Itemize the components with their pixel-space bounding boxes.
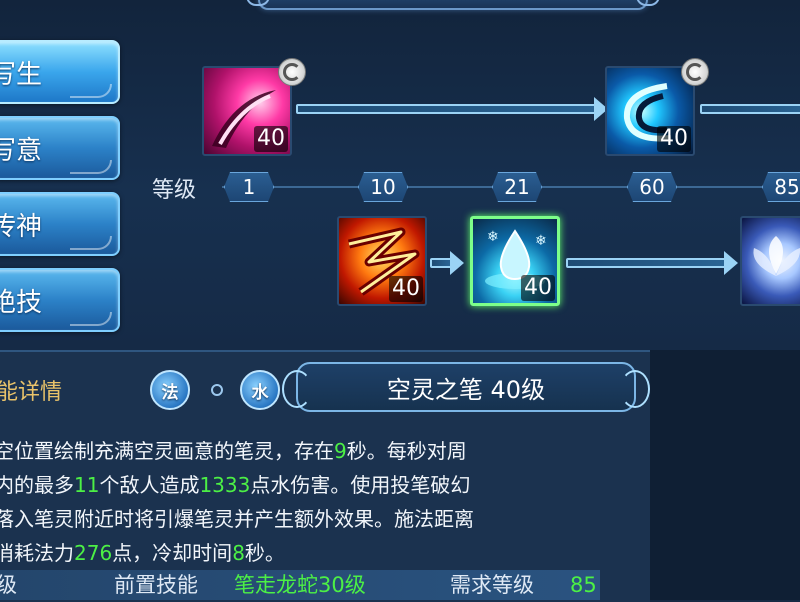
level-marker: 1 xyxy=(224,172,274,202)
skill-level: 40 xyxy=(521,275,555,301)
desc-line: 空位置绘制充满空灵画意的笔灵，存在9秒。每秒对周 xyxy=(0,439,467,463)
tab-label: 写生 xyxy=(0,59,43,90)
spiral-badge-icon xyxy=(278,58,306,86)
progression-arrow xyxy=(430,251,464,275)
tab-xiesheng[interactable]: 写生 xyxy=(0,40,120,104)
skill-level: 40 xyxy=(657,126,691,152)
skill-name-banner: 空灵之笔 40级 xyxy=(282,362,650,412)
title-frame xyxy=(246,0,660,10)
skill-lotus[interactable] xyxy=(740,216,800,306)
detail-title: 能详情 xyxy=(0,380,63,405)
tab-jueji[interactable]: 绝技 xyxy=(0,268,120,332)
skill-lightning-brush[interactable]: 40 xyxy=(337,216,427,306)
skill-pink-comet[interactable]: 40 xyxy=(202,66,292,156)
prereq-label: 前置技能 xyxy=(114,573,198,597)
level-marker: 85 xyxy=(762,172,800,202)
element-type-badge: 水 xyxy=(240,370,280,410)
cloud-ornament-icon xyxy=(70,236,112,250)
level-label: 等级 xyxy=(152,178,197,203)
req-level-value: 85 xyxy=(570,573,597,597)
footer-level-fragment: 级 xyxy=(0,573,17,597)
cloud-ornament-icon xyxy=(70,84,112,98)
desc-line: 落入笔灵附近时将引爆笔灵并产生额外效果。施法距离 xyxy=(0,507,474,531)
cloud-ornament-icon xyxy=(70,160,112,174)
skill-level: 40 xyxy=(389,276,423,302)
skill-name: 空灵之笔 40级 xyxy=(386,375,546,404)
level-marker: 10 xyxy=(358,172,408,202)
tab-label: 传神 xyxy=(0,211,43,242)
desc-line: 内的最多11个敌人造成1333点水伤害。使用投笔破幻 xyxy=(0,473,471,497)
progression-arrow xyxy=(700,104,800,114)
skill-description: 空位置绘制充满空灵画意的笔灵，存在9秒。每秒对周 内的最多11个敌人造成1333… xyxy=(0,434,594,570)
progression-arrow xyxy=(296,97,608,121)
level-marker: 21 xyxy=(492,172,542,202)
tab-label: 绝技 xyxy=(0,287,43,318)
svg-text:❄: ❄ xyxy=(487,229,499,245)
panel-side-strip xyxy=(650,350,800,600)
desc-line: 消耗法力276点，冷却时间8秒。 xyxy=(0,541,285,565)
tab-xieyi[interactable]: 写意 xyxy=(0,116,120,180)
spiral-badge-icon xyxy=(681,58,709,86)
skill-blue-wave[interactable]: 40 xyxy=(605,66,695,156)
req-level-label: 需求等级 xyxy=(450,573,534,597)
progression-arrow xyxy=(566,251,738,275)
skill-requirements-bar: 级 前置技能 笔走龙蛇30级 需求等级 85 xyxy=(0,570,600,600)
svg-text:❄: ❄ xyxy=(535,233,547,249)
level-marker: 60 xyxy=(627,172,677,202)
tab-chuanshen[interactable]: 传神 xyxy=(0,192,120,256)
tab-label: 写意 xyxy=(0,135,43,166)
separator-dot xyxy=(211,384,223,396)
skill-level: 40 xyxy=(254,126,288,152)
lotus-icon xyxy=(753,236,800,276)
skill-water-drop-selected[interactable]: ❄ ❄ 40 xyxy=(470,216,560,306)
spell-type-badge: 法 xyxy=(150,370,190,410)
cloud-ornament-icon xyxy=(70,312,112,326)
prereq-value: 笔走龙蛇30级 xyxy=(234,573,366,597)
